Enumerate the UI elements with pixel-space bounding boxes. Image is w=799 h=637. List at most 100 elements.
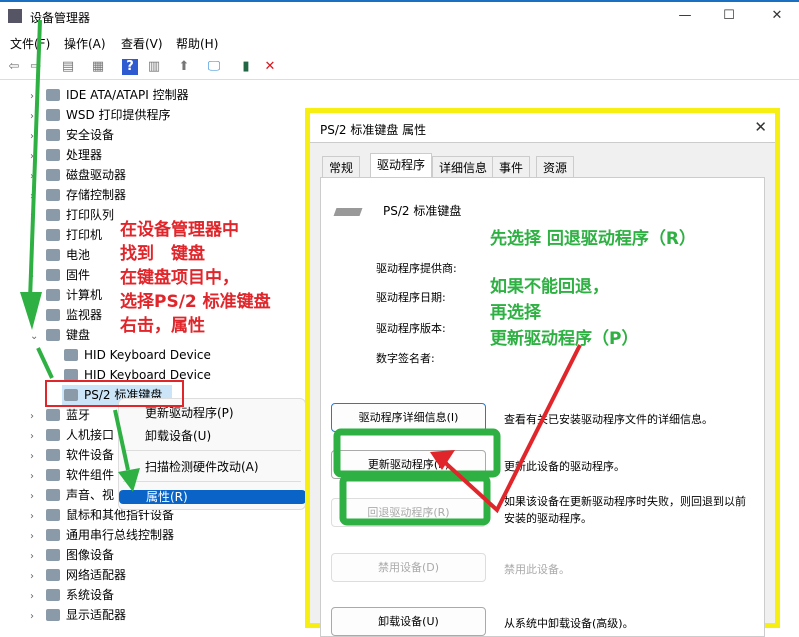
- dialog-close-button[interactable]: ✕: [754, 118, 767, 136]
- tree-item[interactable]: › 图像设备: [30, 545, 114, 565]
- chevron-right-icon[interactable]: ›: [30, 427, 44, 447]
- chevron-right-icon[interactable]: ›: [30, 247, 44, 267]
- tree-item[interactable]: › 计算机: [30, 285, 102, 305]
- chevron-right-icon[interactable]: ›: [30, 167, 44, 187]
- chevron-right-icon[interactable]: ›: [30, 127, 44, 147]
- tab-driver[interactable]: 驱动程序: [370, 153, 433, 178]
- help-icon[interactable]: ?: [122, 59, 138, 75]
- menu-view[interactable]: 查看(V): [121, 35, 163, 52]
- chevron-right-icon[interactable]: ›: [30, 187, 44, 207]
- add-device-icon[interactable]: ▮: [238, 59, 254, 75]
- tree-item-label: 显示适配器: [66, 608, 127, 622]
- tab-events[interactable]: 事件: [492, 156, 531, 178]
- menu-file[interactable]: 文件(F): [10, 35, 50, 52]
- chevron-right-icon[interactable]: ›: [30, 287, 44, 307]
- tree-item-label: 软件设备: [66, 448, 115, 462]
- tree-item[interactable]: › 显示适配器: [30, 605, 126, 625]
- tree-item[interactable]: › 存储控制器: [30, 185, 126, 205]
- tree-item[interactable]: HID Keyboard Device: [62, 345, 211, 365]
- tree-item[interactable]: › WSD 打印提供程序: [30, 105, 171, 125]
- back-icon[interactable]: ⇦: [6, 59, 22, 75]
- tree-item[interactable]: › 系统设备: [30, 585, 114, 605]
- forward-icon[interactable]: ⇨: [28, 59, 44, 75]
- tree-item[interactable]: › 打印队列: [30, 205, 114, 225]
- action-pane-icon[interactable]: ▥: [146, 59, 162, 75]
- tree-item-label: 蓝牙: [66, 408, 91, 422]
- rollback-driver-button[interactable]: 回退驱动程序(R): [331, 498, 486, 527]
- tree-item[interactable]: › 处理器: [30, 145, 102, 165]
- menu-properties[interactable]: 属性(R): [119, 490, 306, 504]
- device-category-icon: [46, 429, 60, 441]
- chevron-right-icon[interactable]: ›: [30, 87, 44, 107]
- chevron-right-icon[interactable]: ›: [30, 527, 44, 547]
- scan-hardware-icon[interactable]: 🖵: [206, 59, 222, 75]
- chevron-right-icon[interactable]: ›: [30, 507, 44, 527]
- driver-details-button[interactable]: 驱动程序详细信息(I): [331, 403, 486, 432]
- uninstall-icon[interactable]: ✕: [262, 59, 278, 75]
- chevron-right-icon[interactable]: ›: [30, 207, 44, 227]
- chevron-right-icon[interactable]: ›: [30, 407, 44, 427]
- update-driver-button[interactable]: 更新驱动程序(P): [331, 450, 486, 479]
- tree-item[interactable]: › 软件组件: [30, 465, 114, 485]
- chevron-right-icon[interactable]: ›: [30, 487, 44, 507]
- device-name: PS/2 标准键盘: [383, 204, 462, 218]
- tab-details[interactable]: 详细信息: [432, 156, 495, 178]
- device-category-icon: [46, 529, 60, 541]
- show-hide-console-icon[interactable]: ▤: [60, 59, 76, 75]
- device-category-icon: [46, 489, 60, 501]
- chevron-right-icon[interactable]: ›: [30, 587, 44, 607]
- menu-help[interactable]: 帮助(H): [176, 35, 218, 52]
- menu-scan-hardware[interactable]: 扫描检测硬件改动(A): [145, 458, 259, 475]
- chevron-right-icon[interactable]: ›: [30, 607, 44, 627]
- properties-icon[interactable]: ▦: [90, 59, 106, 75]
- maximize-button[interactable]: ☐: [714, 8, 744, 23]
- chevron-down-icon[interactable]: ⌄: [30, 327, 44, 347]
- tree-item-label: 声音、视: [66, 488, 115, 502]
- tree-item[interactable]: › IDE ATA/ATAPI 控制器: [30, 85, 189, 105]
- tree-item[interactable]: › 磁盘驱动器: [30, 165, 126, 185]
- chevron-right-icon[interactable]: ›: [30, 267, 44, 287]
- close-button[interactable]: ✕: [762, 8, 792, 23]
- field-provider: 驱动程序提供商:: [376, 262, 457, 275]
- tree-item[interactable]: › 软件设备: [30, 445, 114, 465]
- tree-item[interactable]: › 监视器: [30, 305, 102, 325]
- device-category-icon: [46, 109, 60, 121]
- menu-bar: 文件(F) 操作(A) 查看(V) 帮助(H): [0, 32, 799, 54]
- tree-item[interactable]: › 人机接口: [30, 425, 114, 445]
- tree-item[interactable]: › 蓝牙: [30, 405, 90, 425]
- menu-action[interactable]: 操作(A): [64, 35, 106, 52]
- chevron-right-icon[interactable]: ›: [30, 227, 44, 247]
- red-annotation: 在设备管理器中 找到 键盘 在键盘项目中， 选择PS/2 标准键盘 右击，属性: [120, 218, 271, 338]
- device-category-icon: [46, 549, 60, 561]
- tree-item-label: 处理器: [66, 148, 103, 162]
- chevron-right-icon[interactable]: ›: [30, 107, 44, 127]
- tree-item-label: 软件组件: [66, 468, 115, 482]
- rollback-driver-desc: 如果该设备在更新驱动程序时失败，则回退到以前安装的驱动程序。: [504, 495, 746, 525]
- tree-item[interactable]: › 安全设备: [30, 125, 114, 145]
- tab-general[interactable]: 常规: [322, 156, 361, 178]
- update-driver-icon[interactable]: ⬆: [176, 59, 192, 75]
- device-category-icon: [64, 389, 78, 401]
- chevron-right-icon[interactable]: ›: [30, 567, 44, 587]
- annotation-line: 更新驱动程序（P）: [490, 329, 639, 349]
- disable-device-button[interactable]: 禁用设备(D): [331, 553, 486, 582]
- tree-item[interactable]: › 声音、视: [30, 485, 114, 505]
- device-category-icon: [46, 449, 60, 461]
- chevron-right-icon[interactable]: ›: [30, 147, 44, 167]
- tree-item[interactable]: › 通用串行总线控制器: [30, 525, 174, 545]
- tree-item[interactable]: › 网络适配器: [30, 565, 126, 585]
- tree-item[interactable]: › 打印机: [30, 225, 102, 245]
- chevron-right-icon[interactable]: ›: [30, 447, 44, 467]
- tree-item[interactable]: HID Keyboard Device: [62, 365, 211, 385]
- tree-item[interactable]: › 电池: [30, 245, 90, 265]
- menu-uninstall-device[interactable]: 卸载设备(U): [145, 427, 211, 444]
- chevron-right-icon[interactable]: ›: [30, 547, 44, 567]
- tab-resources[interactable]: 资源: [536, 156, 575, 178]
- uninstall-device-button[interactable]: 卸载设备(U): [331, 607, 486, 636]
- chevron-right-icon[interactable]: ›: [30, 467, 44, 487]
- tree-item[interactable]: ⌄ 键盘: [30, 325, 90, 345]
- tree-item[interactable]: › 固件: [30, 265, 90, 285]
- chevron-right-icon[interactable]: ›: [30, 307, 44, 327]
- menu-update-driver[interactable]: 更新驱动程序(P): [145, 404, 234, 421]
- minimize-button[interactable]: —: [670, 8, 700, 23]
